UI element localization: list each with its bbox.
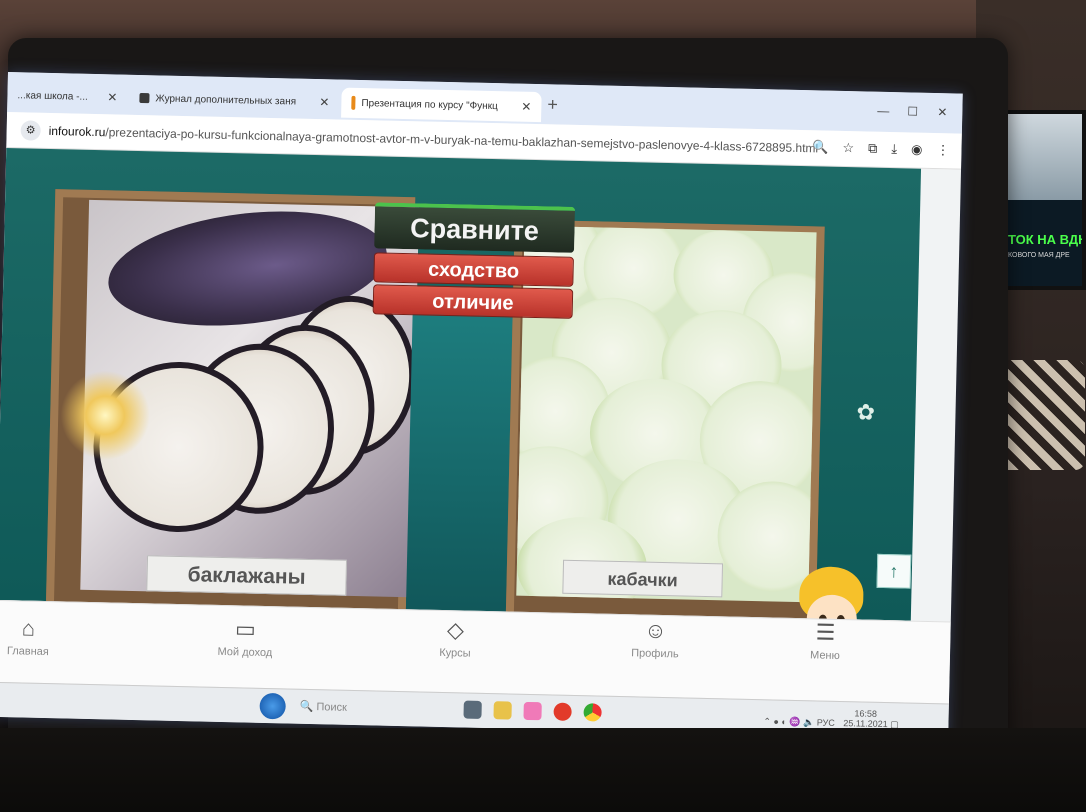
site-settings-icon[interactable]: ⚙	[20, 120, 41, 141]
nav-courses-label: Курсы	[439, 646, 471, 660]
url-host: infourok.ru	[48, 123, 106, 140]
nav-menu-label: Меню	[809, 649, 840, 663]
clock-time: 16:58	[854, 708, 878, 719]
tab-label: ...кая школа -...	[17, 89, 88, 103]
taskbar-clock[interactable]: 16:58 25.11.2021	[843, 708, 888, 729]
infourok-icon	[351, 95, 356, 110]
profile-icon[interactable]: ◉	[911, 142, 923, 158]
nav-menu[interactable]: ☰ Меню	[780, 619, 871, 663]
graduation-cap-icon: ◇	[446, 617, 465, 643]
nav-courses[interactable]: ◇ Курсы	[410, 616, 501, 660]
monitor-video-frame	[1004, 114, 1082, 200]
taskbar-app-icon[interactable]	[523, 701, 542, 721]
nav-home[interactable]: ⌂ Главная	[0, 615, 74, 659]
hamburger-menu-icon: ☰	[815, 619, 836, 645]
tab-label: Презентация по курсу "Функц	[361, 97, 498, 112]
difference-button[interactable]: отличие	[372, 284, 574, 319]
eggplant-label: баклажаны	[146, 555, 348, 596]
document-icon	[139, 92, 150, 104]
laptop-screen: ...кая школа -... ✕ Журнал дополнительны…	[0, 72, 963, 739]
taskbar-search[interactable]: 🔍 Поиск	[293, 696, 413, 721]
extensions-icon[interactable]: ⧉	[868, 141, 878, 157]
wallet-icon: ▭	[234, 616, 257, 642]
flower-icon: ✿	[856, 399, 876, 425]
monitor-ticker: ТОК НА ВДН	[1008, 232, 1086, 247]
close-icon[interactable]: ✕	[107, 90, 117, 104]
nav-profile[interactable]: ☺ Профиль	[610, 617, 701, 661]
more-icon[interactable]: ⋮	[936, 142, 949, 158]
start-button[interactable]	[259, 692, 286, 720]
nav-income[interactable]: ▭ Мой доход	[200, 616, 291, 660]
laptop-keyboard-area	[0, 728, 1086, 812]
avatar: ☺	[643, 617, 668, 644]
language-indicator[interactable]: РУС	[817, 718, 835, 728]
bookmark-star-icon[interactable]: ☆	[842, 140, 854, 156]
similarity-button[interactable]: сходство	[373, 252, 574, 287]
nav-profile-label: Профиль	[631, 647, 679, 661]
window-close-icon[interactable]: ✕	[937, 105, 947, 119]
url-path: /prezentaciya-po-kursu-funkcionalnaya-gr…	[105, 125, 819, 156]
opera-icon[interactable]	[553, 702, 572, 721]
download-icon[interactable]: ⤓	[891, 141, 897, 157]
zoom-icon[interactable]: 🔍	[812, 139, 829, 155]
tray-icons[interactable]: ⌃ ● ◐ ♒ 🔈	[763, 716, 814, 727]
minimize-icon[interactable]: —	[877, 104, 889, 118]
close-icon[interactable]: ✕	[521, 100, 531, 114]
compare-title-button[interactable]: Сравните	[374, 202, 576, 253]
taskbar-folder-icon[interactable]	[493, 701, 512, 720]
taskbar-search-placeholder: Поиск	[316, 701, 348, 714]
address-bar-icons: 🔍 ☆ ⧉ ⤓ ◉ ⋮	[812, 139, 950, 158]
home-icon: ⌂	[21, 615, 36, 641]
new-tab-button[interactable]: +	[547, 94, 558, 115]
tab-journal[interactable]: Журнал дополнительных заня ✕	[129, 83, 340, 118]
arrow-up-icon: ↑	[889, 561, 899, 582]
taskbar-app-icon[interactable]	[463, 700, 482, 719]
monitor-subticker: КОВОГО МАЯ ДРЕ	[1008, 252, 1070, 259]
close-icon[interactable]: ✕	[319, 95, 329, 109]
nav-income-label: Мой доход	[217, 645, 273, 660]
nav-home-label: Главная	[6, 645, 49, 659]
maximize-icon[interactable]: ☐	[907, 104, 918, 118]
tab-presentation[interactable]: Презентация по курсу "Функц ✕	[341, 87, 542, 123]
system-tray: ⌃ ● ◐ ♒ 🔈 РУС 16:58 25.11.2021 ▢	[763, 706, 899, 730]
scroll-to-top-button[interactable]: ↑	[876, 553, 912, 589]
chrome-icon[interactable]	[583, 703, 602, 722]
zucchini-label: кабачки	[562, 559, 724, 598]
tab-school[interactable]: ...кая школа -... ✕	[7, 80, 128, 113]
tab-label: Журнал дополнительных заня	[155, 92, 297, 108]
second-monitor: ТОК НА ВДН КОВОГО МАЯ ДРЕ	[1000, 110, 1086, 290]
